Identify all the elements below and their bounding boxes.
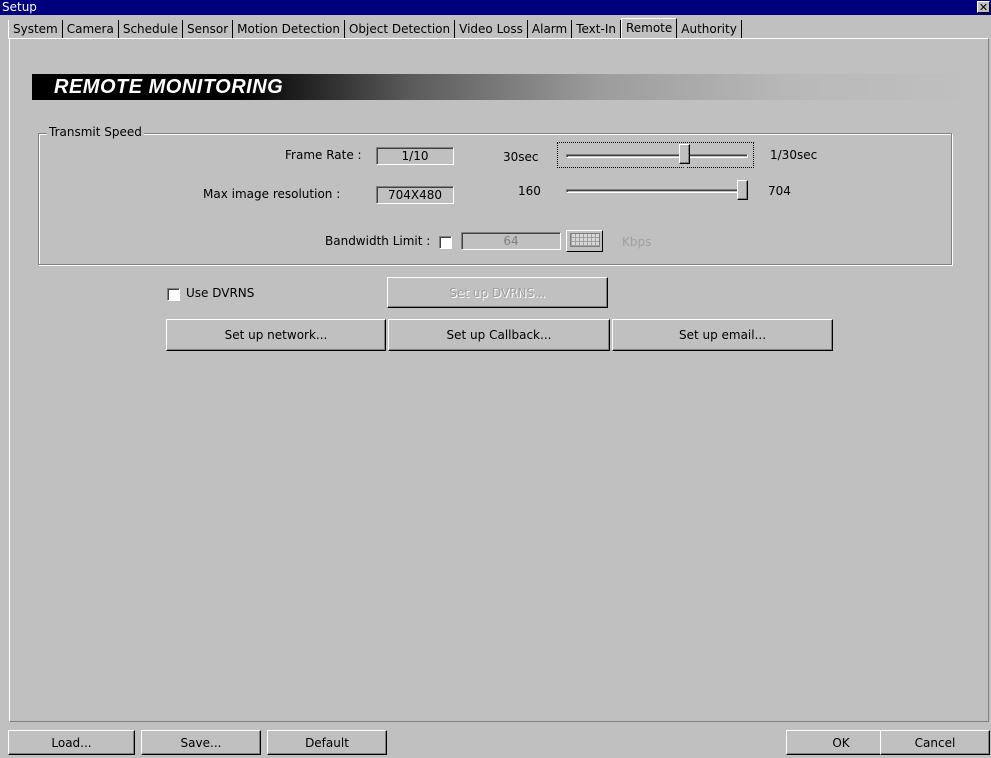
tab-remote[interactable]: Remote bbox=[620, 18, 678, 39]
section-banner: REMOTE MONITORING bbox=[32, 74, 976, 100]
load-button[interactable]: Load... bbox=[8, 730, 135, 755]
use-dvrns-checkbox[interactable] bbox=[167, 288, 180, 301]
setup-email-button[interactable]: Set up email... bbox=[612, 319, 833, 351]
default-button[interactable]: Default bbox=[267, 730, 387, 755]
setup-callback-button[interactable]: Set up Callback... bbox=[388, 319, 610, 351]
setup-network-button[interactable]: Set up network... bbox=[166, 319, 386, 351]
tab-camera[interactable]: Camera bbox=[63, 20, 119, 39]
window-title: Setup bbox=[2, 0, 37, 14]
tab-video-loss[interactable]: Video Loss bbox=[455, 20, 528, 39]
tab-strip: System Camera Schedule Sensor Motion Det… bbox=[8, 18, 742, 39]
frame-rate-label: Frame Rate : bbox=[285, 148, 362, 162]
keyboard-icon bbox=[570, 233, 600, 247]
title-bar: Setup ✕ bbox=[0, 0, 991, 15]
tab-alarm[interactable]: Alarm bbox=[528, 20, 573, 39]
resolution-slider-thumb[interactable] bbox=[737, 180, 748, 205]
frame-rate-value: 1/10 bbox=[376, 147, 454, 165]
tab-motion-detection[interactable]: Motion Detection bbox=[233, 20, 345, 39]
tab-sensor[interactable]: Sensor bbox=[183, 20, 234, 39]
close-icon[interactable]: ✕ bbox=[977, 1, 990, 13]
resolution-track bbox=[566, 189, 748, 193]
save-button[interactable]: Save... bbox=[141, 730, 261, 755]
resolution-label: Max image resolution : bbox=[203, 187, 341, 201]
use-dvrns-label: Use DVRNS bbox=[186, 286, 255, 300]
frame-rate-min-label: 30sec bbox=[503, 150, 539, 164]
tab-authority[interactable]: Authority bbox=[677, 20, 742, 39]
tab-system[interactable]: System bbox=[8, 20, 63, 39]
frame-rate-track bbox=[566, 154, 748, 158]
frame-rate-slider-thumb[interactable] bbox=[678, 144, 690, 169]
virtual-keyboard-button[interactable] bbox=[566, 230, 603, 252]
bandwidth-input[interactable]: 64 bbox=[461, 232, 561, 250]
resolution-min-label: 160 bbox=[518, 184, 541, 198]
resolution-value: 704X480 bbox=[376, 186, 454, 204]
cancel-button[interactable]: Cancel bbox=[880, 730, 990, 755]
bandwidth-label: Bandwidth Limit : bbox=[325, 234, 431, 248]
tab-schedule[interactable]: Schedule bbox=[119, 20, 183, 39]
banner-title: REMOTE MONITORING bbox=[54, 76, 284, 98]
resolution-max-label: 704 bbox=[768, 184, 791, 198]
tab-object-detection[interactable]: Object Detection bbox=[345, 20, 456, 39]
bandwidth-limit-checkbox[interactable] bbox=[439, 236, 452, 249]
setup-dvrns-button[interactable]: Set up DVRNS... bbox=[387, 277, 608, 308]
group-legend: Transmit Speed bbox=[47, 125, 144, 139]
bandwidth-unit: Kbps bbox=[622, 235, 652, 249]
tab-text-in[interactable]: Text-In bbox=[572, 20, 621, 39]
frame-rate-max-label: 1/30sec bbox=[770, 148, 818, 162]
